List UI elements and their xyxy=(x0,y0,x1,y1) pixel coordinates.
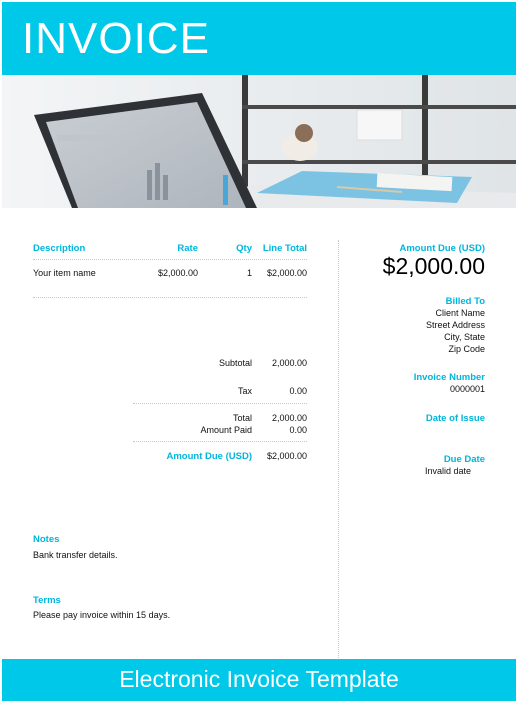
subtotal-label: Subtotal xyxy=(218,358,252,368)
footer-band: Electronic Invoice Template xyxy=(2,659,516,701)
tax-divider xyxy=(133,403,307,404)
item-description: Your item name xyxy=(33,268,96,278)
invoice-title: INVOICE xyxy=(22,14,210,63)
zip-code: Zip Code xyxy=(448,344,485,354)
subtotal-value: 2,000.00 xyxy=(271,358,307,368)
table-row-divider xyxy=(33,297,307,298)
tax-value: 0.00 xyxy=(289,386,307,396)
client-name: Client Name xyxy=(435,308,485,318)
terms-text: Please pay invoice within 15 days. xyxy=(33,610,171,620)
column-divider xyxy=(338,240,339,658)
amount-due-label: Amount Due (USD) xyxy=(166,451,253,462)
terms-label: Terms xyxy=(33,595,61,606)
invoice-number-value: 0000001 xyxy=(449,384,485,394)
item-rate: $2,000.00 xyxy=(157,268,198,278)
column-header-rate: Rate xyxy=(177,243,198,254)
amount-paid-value: 0.00 xyxy=(289,425,307,435)
summary-amount-due-value: $2,000.00 xyxy=(382,253,485,279)
notes-text: Bank transfer details. xyxy=(33,550,118,560)
footer-title: Electronic Invoice Template xyxy=(119,666,399,692)
invoice-number-label: Invoice Number xyxy=(413,372,485,383)
hero-image xyxy=(2,75,516,208)
column-header-line-total: Line Total xyxy=(262,243,307,254)
paid-divider xyxy=(133,441,307,442)
table-header-divider xyxy=(33,259,307,260)
item-qty: 1 xyxy=(246,268,252,278)
column-header-description: Description xyxy=(33,243,86,254)
city-state: City, State xyxy=(444,332,485,342)
billed-to-label: Billed To xyxy=(445,296,485,307)
office-photo-illustration xyxy=(2,75,516,208)
total-label: Total xyxy=(232,413,252,423)
column-header-qty: Qty xyxy=(236,243,252,254)
street-address: Street Address xyxy=(425,320,485,330)
header-band: INVOICE xyxy=(2,2,516,75)
date-of-issue-label: Date of Issue xyxy=(425,413,485,424)
due-date-value: Invalid date xyxy=(424,466,471,476)
amount-due-value: $2,000.00 xyxy=(266,451,307,461)
due-date-label: Due Date xyxy=(443,454,485,465)
total-value: 2,000.00 xyxy=(271,413,307,423)
tax-label: Tax xyxy=(237,386,252,396)
notes-label: Notes xyxy=(33,534,60,545)
amount-paid-label: Amount Paid xyxy=(200,425,252,435)
item-line-total: $2,000.00 xyxy=(266,268,307,278)
